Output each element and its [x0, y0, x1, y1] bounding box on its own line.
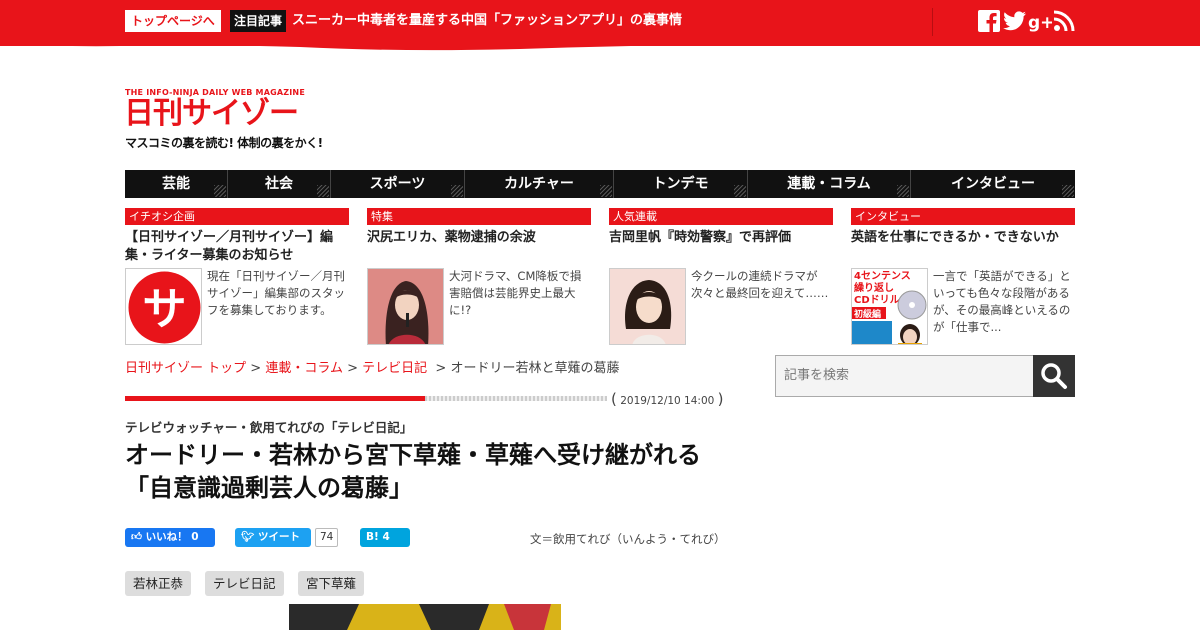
card-excerpt: 一言で「英語ができる」といっても色々な段階があるが、その最高峰といえるのが「仕事… [933, 269, 1071, 334]
card-excerpt: 現在「日刊サイゾー／月刊サイゾー」編集部のスタッフを募集しております。 [207, 269, 345, 317]
nav-hatch [214, 185, 226, 197]
nav-item-label: カルチャー [504, 176, 574, 192]
article-headline: オードリー・若林から宮下草薙・草薙へ受け継がれる「自意識過剰芸人の葛藤」 [125, 441, 701, 502]
tweet-button[interactable]: 🐦︎ ツイート [235, 528, 311, 547]
highlight-link[interactable]: スニーカー中毒者を量産する中国「ファッションアプリ」の裏事情 [292, 10, 682, 32]
feature-card[interactable]: 特集 沢尻エリカ、薬物逮捕の余波 大河ドラマ、CM降板で損害賠償は芸能界史上最大… [367, 208, 591, 348]
nav-item-culture[interactable]: カルチャー [465, 170, 614, 198]
nav-hatch [600, 185, 612, 197]
hatena-count: 4 [382, 531, 390, 543]
nav-item-shakai[interactable]: 社会 [228, 170, 331, 198]
portrait-photo [610, 269, 685, 344]
search-input[interactable]: 記事を検索 [775, 355, 1034, 397]
svg-text:g+: g+ [1028, 13, 1052, 32]
site-logo[interactable]: 日刊サイゾー [124, 96, 299, 132]
feature-card[interactable]: イチオシ企画 【日刊サイゾー／月刊サイゾー】編集・ライター募集のお知らせ サ 現… [125, 208, 349, 348]
date-bracket: ( [611, 390, 617, 408]
tweet-label: ツイート [258, 531, 300, 543]
main-nav: 芸能 社会 スポーツ カルチャー トンデモ 連載・コラム インタビュー [125, 170, 1075, 198]
tweet-count: 74 [315, 528, 339, 547]
top-bar-drip [0, 40, 1200, 51]
hatena-label: B! [366, 531, 379, 543]
article-divider-red [125, 396, 425, 401]
card-tag: インタビュー [851, 208, 1075, 225]
book-cover-line: CDドリル [854, 294, 900, 306]
nav-hatch [734, 185, 746, 197]
article-date: ( 2019/12/10 14:00 ) [607, 390, 728, 410]
hatena-bookmark-button[interactable]: B! 4 [360, 528, 410, 547]
thumb-glyph: サ [143, 284, 187, 335]
breadcrumb-separator: > [347, 361, 358, 376]
nav-hatch [317, 185, 329, 197]
feature-card[interactable]: インタビュー 英語を仕事にできるか・できないか 4センテンス 繰り返し CDドリ… [851, 208, 1075, 348]
date-bracket: ) [717, 390, 724, 408]
breadcrumb-section[interactable]: 連載・コラム [265, 361, 343, 376]
rss-icon[interactable] [1053, 10, 1075, 32]
card-title[interactable]: 英語を仕事にできるか・できないか [851, 229, 1075, 247]
highlight-badge: 注目記事 [230, 10, 287, 32]
card-title[interactable]: 沢尻エリカ、薬物逮捕の余波 [367, 229, 591, 247]
nav-item-interview[interactable]: インタビュー [911, 170, 1075, 198]
breadcrumb: 日刊サイゾー トップ > 連載・コラム > テレビ日記 > オードリー若林と草薙… [125, 357, 619, 376]
breadcrumb-series[interactable]: テレビ日記 [362, 361, 427, 376]
like-count: 0 [191, 531, 199, 543]
breadcrumb-separator: > [250, 361, 262, 376]
card-tag: 特集 [367, 208, 591, 225]
nav-item-label: トンデモ [652, 176, 709, 192]
card-thumbnail[interactable] [367, 268, 444, 345]
card-thumbnail[interactable]: 4センテンス 繰り返し CDドリル 初級編 [851, 268, 928, 345]
card-title[interactable]: 【日刊サイゾー／月刊サイゾー】編集・ライター募集のお知らせ [125, 229, 349, 265]
twitter-bird-icon: 🐦︎ [241, 531, 255, 543]
breadcrumb-separator: > [435, 361, 447, 376]
book-cover-line: 繰り返し [854, 281, 894, 294]
twitter-icon[interactable] [1003, 10, 1027, 32]
article-tag[interactable]: 若林正恭 [125, 571, 192, 596]
like-label: いいね！ [145, 531, 188, 543]
article-date-text: 2019/12/10 14:00 [620, 395, 715, 407]
article-tag[interactable]: テレビ日記 [205, 571, 284, 596]
card-thumbnail[interactable] [609, 268, 686, 345]
nav-item-label: スポーツ [369, 176, 426, 192]
nav-item-geinou[interactable]: 芸能 [125, 170, 228, 198]
nav-hatch [451, 185, 463, 197]
article-kicker[interactable]: テレビウォッチャー・飲用てれびの「テレビ日記」 [125, 417, 412, 436]
nav-item-label: 連載・コラム [787, 176, 871, 192]
card-thumbnail[interactable]: サ [125, 268, 202, 345]
thumbs-up-icon: 👍︎ [131, 531, 142, 543]
top-divider [932, 8, 933, 36]
logo-tagline: マスコミの裏を読む! 体制の裏をかく! [125, 136, 323, 150]
nav-item-sports[interactable]: スポーツ [331, 170, 465, 198]
breadcrumb-current: オードリー若林と草薙の葛藤 [450, 361, 620, 376]
nav-item-label: 社会 [265, 176, 293, 192]
article-tag[interactable]: 宮下草薙 [298, 571, 365, 596]
portrait-photo [368, 269, 443, 344]
card-excerpt: 今クールの連続ドラマが次々と最終回を迎えて…… [691, 269, 829, 300]
nav-hatch [897, 185, 909, 197]
nav-item-tondemo[interactable]: トンデモ [614, 170, 748, 198]
book-cover-line: 初級編 [854, 308, 881, 320]
article-byline: 文＝飲用てれび（いんよう・てれび） [530, 532, 726, 546]
breadcrumb-home[interactable]: 日刊サイゾー トップ [125, 361, 246, 376]
google-plus-icon[interactable]: g+ [1028, 10, 1052, 32]
nav-item-column[interactable]: 連載・コラム [748, 170, 911, 198]
card-title[interactable]: 吉岡里帆『時効警察』で再評価 [609, 229, 833, 247]
card-excerpt: 大河ドラマ、CM降板で損害賠償は芸能界史上最大に!? [449, 269, 582, 317]
hero-photo [289, 604, 561, 630]
article-hero-image [289, 604, 561, 630]
nav-hatch [1062, 185, 1074, 197]
facebook-like-button[interactable]: 👍︎ いいね！ 0 [125, 528, 215, 547]
card-tag: 人気連載 [609, 208, 833, 225]
search-button[interactable] [1033, 355, 1075, 397]
book-cover-line: 4センテンス [854, 270, 911, 282]
feature-card[interactable]: 人気連載 吉岡里帆『時効警察』で再評価 今クールの連続ドラマが次々と最終回を迎え… [609, 208, 833, 348]
saizo-logo-icon: サ [126, 269, 201, 344]
nav-item-label: 芸能 [162, 176, 190, 192]
book-cover-image: 4センテンス 繰り返し CDドリル 初級編 [852, 269, 927, 344]
facebook-icon[interactable] [978, 10, 1000, 32]
card-tag: イチオシ企画 [125, 208, 349, 225]
search-icon [1041, 363, 1067, 389]
home-button[interactable]: トップページへ [125, 10, 221, 32]
nav-item-label: インタビュー [951, 176, 1035, 192]
